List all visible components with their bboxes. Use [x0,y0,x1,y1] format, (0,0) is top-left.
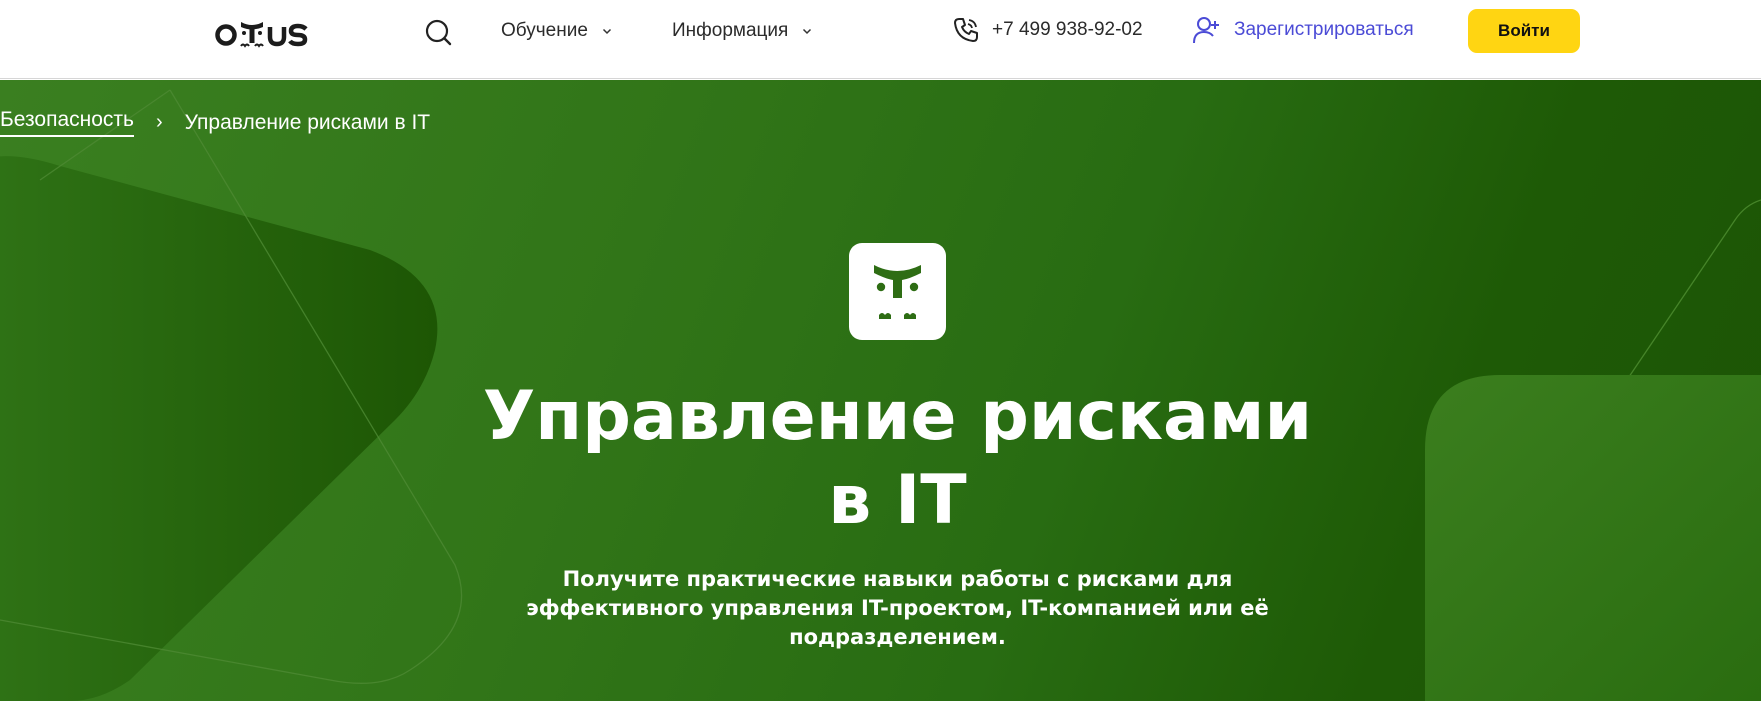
otus-logo[interactable] [214,14,318,50]
login-button[interactable]: Войти [1468,9,1580,53]
search-button[interactable] [424,18,452,46]
otus-mascot-icon [874,265,921,319]
course-title-line-1: Управление рисками [482,377,1313,456]
course-title: Управление рисками в IT [430,375,1365,543]
breadcrumb-link-security[interactable]: Безопасность [0,108,134,137]
course-hero: Безопасность › Управление рисками в IT У… [0,80,1761,701]
register-link[interactable]: Зарегистрироваться [1192,15,1414,45]
nav-menu-information-label: Информация [672,20,789,41]
otus-logo-mark [215,22,308,48]
breadcrumb-current: Управление рисками в IT [184,110,431,134]
breadcrumb: Безопасность › Управление рисками в IT [0,108,430,137]
phone-icon [954,18,978,42]
add-user-icon [1193,17,1219,44]
course-title-line-2: в IT [828,461,967,540]
search-icon [425,19,452,46]
chevron-down-icon [803,28,812,35]
phone-link[interactable]: +7 499 938-92-02 [952,16,1143,44]
site-header: Обучение Информация +7 499 938-92-02 Зар… [0,0,1761,79]
chevron-down-icon [602,28,611,35]
course-icon-tile [849,243,946,340]
nav-menu-learning[interactable]: Обучение [501,18,612,44]
breadcrumb-separator: › [155,111,163,133]
register-label: Зарегистрироваться [1234,19,1414,40]
nav-menu-learning-label: Обучение [501,20,588,41]
phone-number: +7 499 938-92-02 [992,19,1143,40]
course-subtitle: Получите практические навыки работы с ри… [526,567,1269,649]
nav-menu-information[interactable]: Информация [672,18,812,44]
